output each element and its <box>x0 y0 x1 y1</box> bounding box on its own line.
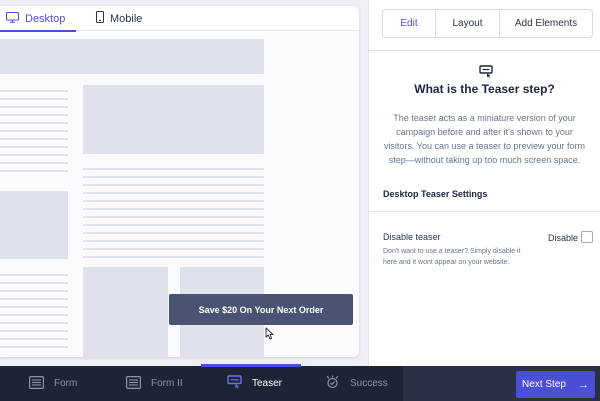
disable-teaser-help: Don't want to use a teaser? Simply disab… <box>383 248 521 266</box>
placeholder-block <box>83 85 264 154</box>
placeholder-line <box>83 248 264 250</box>
placeholder-block <box>83 267 168 357</box>
desktop-icon <box>6 11 25 26</box>
step-success[interactable]: Success <box>325 366 388 401</box>
placeholder-line <box>83 232 264 234</box>
next-step-label: Next Step <box>522 379 566 390</box>
placeholder-line <box>0 146 68 148</box>
mobile-icon <box>96 11 110 26</box>
placeholder-line <box>83 224 264 226</box>
teaser-preview-button[interactable]: Save $20 On Your Next Order <box>169 294 353 325</box>
placeholder-line <box>0 338 68 340</box>
placeholder-line <box>0 122 68 124</box>
placeholder-line <box>0 98 68 100</box>
placeholder-line <box>0 106 68 108</box>
next-step-button[interactable]: Next Step → <box>516 371 595 398</box>
mode-tabs: Edit Layout Add Elements <box>382 9 593 38</box>
placeholder-line <box>83 168 264 170</box>
placeholder-line <box>0 290 68 292</box>
step-form-ii-label: Form II <box>151 378 183 389</box>
placeholder-line <box>0 330 68 332</box>
step-teaser-label: Teaser <box>252 378 283 389</box>
teaser-icon <box>227 375 252 392</box>
settings-panel: Edit Layout Add Elements What is the Tea… <box>369 0 600 366</box>
panel-title: What is the Teaser step? <box>414 82 555 96</box>
placeholder-block <box>0 39 264 74</box>
disable-teaser-checkbox[interactable] <box>581 231 593 243</box>
placeholder-line <box>0 306 68 308</box>
step-success-label: Success <box>350 378 388 389</box>
form-icon <box>29 375 54 392</box>
step-form-ii[interactable]: Form II <box>126 366 183 401</box>
teaser-icon <box>479 65 493 83</box>
section-title: Desktop Teaser Settings <box>383 189 488 199</box>
placeholder-line <box>83 184 264 186</box>
arrow-right-icon: → <box>577 378 589 391</box>
tab-add-elements[interactable]: Add Elements <box>500 10 592 37</box>
placeholder-line <box>0 170 68 172</box>
placeholder-line <box>83 216 264 218</box>
placeholder-line <box>0 162 68 164</box>
preview-area: Desktop Mobile Save $20 On Your Next Ord… <box>0 0 368 366</box>
tab-mobile[interactable]: Mobile <box>96 6 142 31</box>
cursor-icon <box>265 327 274 345</box>
disable-teaser-label: Disable teaser <box>383 232 441 242</box>
placeholder-line <box>0 282 68 284</box>
placeholder-block <box>0 191 68 259</box>
step-navigation: Form Form II Teaser Success <box>0 364 600 401</box>
placeholder-line <box>83 192 264 194</box>
placeholder-line <box>0 130 68 132</box>
panel-header-divider <box>369 50 600 51</box>
step-form-label: Form <box>54 378 78 389</box>
tab-desktop-label: Desktop <box>25 12 66 25</box>
placeholder-line <box>0 138 68 140</box>
placeholder-line <box>0 154 68 156</box>
device-tabs: Desktop Mobile <box>0 6 359 32</box>
disable-checkbox-label: Disable <box>548 233 579 243</box>
success-icon <box>325 375 350 392</box>
placeholder-line <box>0 322 68 324</box>
placeholder-line <box>83 240 264 242</box>
step-teaser[interactable]: Teaser <box>227 366 282 401</box>
section-divider <box>369 211 600 212</box>
placeholder-line <box>0 90 68 92</box>
placeholder-line <box>0 298 68 300</box>
placeholder-line <box>83 256 264 258</box>
tab-desktop[interactable]: Desktop <box>0 6 76 32</box>
placeholder-line <box>0 346 68 348</box>
tab-mobile-label: Mobile <box>110 12 143 25</box>
placeholder-line <box>83 176 264 178</box>
placeholder-line <box>0 274 68 276</box>
placeholder-line <box>83 200 264 202</box>
placeholder-line <box>0 114 68 116</box>
tab-edit[interactable]: Edit <box>383 10 436 37</box>
placeholder-line <box>83 208 264 210</box>
placeholder-line <box>0 314 68 316</box>
panel-description: The teaser acts as a miniature version o… <box>383 113 586 165</box>
step-form[interactable]: Form <box>29 366 77 401</box>
form-icon <box>126 375 151 392</box>
tab-layout[interactable]: Layout <box>436 10 500 37</box>
